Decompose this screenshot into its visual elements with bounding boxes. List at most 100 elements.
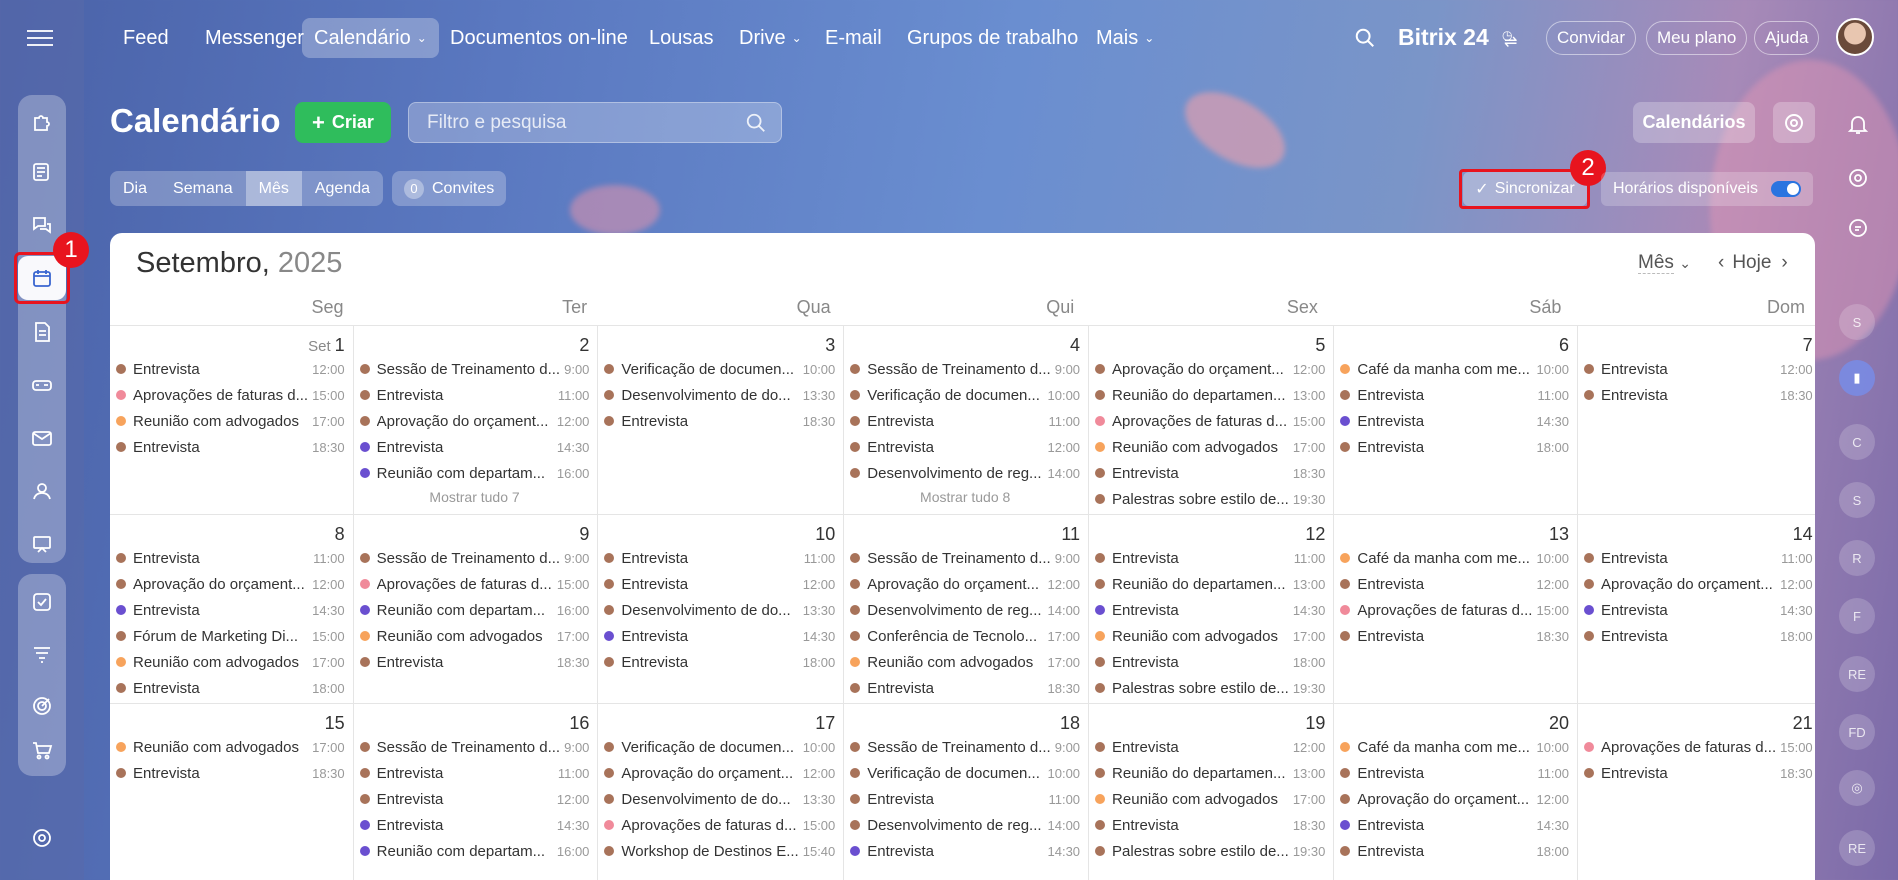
calendar-event[interactable]: Entrevista 12:00 xyxy=(850,434,1080,460)
calendar-event[interactable]: Sessão de Treinamento d... 9:00 xyxy=(359,356,589,382)
calendar-event[interactable]: Entrevista 12:00 xyxy=(1095,734,1325,760)
tab-day[interactable]: Dia xyxy=(110,171,160,206)
calendar-event[interactable]: Entrevista 18:30 xyxy=(1340,623,1569,649)
calendar-event[interactable]: Entrevista 12:00 xyxy=(604,571,835,597)
calendar-event[interactable]: Reunião com advogados 17:00 xyxy=(116,734,345,760)
day-cell[interactable]: 19 Entrevista 12:00 Reunião do departamen..… xyxy=(1089,704,1335,880)
calendar-event[interactable]: Entrevista 11:00 xyxy=(850,408,1080,434)
calendar-event[interactable]: Aprovação do orçament... 12:00 xyxy=(1095,356,1325,382)
calendar-event[interactable]: Reunião com advogados 17:00 xyxy=(1095,786,1325,812)
calendar-event[interactable]: Aprovação do orçament... 12:00 xyxy=(1584,571,1813,597)
copilot-icon[interactable]: ◎ xyxy=(1839,770,1875,806)
calendar-event[interactable]: Desenvolvimento de do... 13:30 xyxy=(604,786,835,812)
calendar-event[interactable]: Aprovações de faturas d... 15:00 xyxy=(359,571,589,597)
contact-chip[interactable]: S xyxy=(1839,482,1875,518)
nav-drive[interactable]: Drive ⌄ xyxy=(727,18,814,58)
sidebar-item-settings[interactable] xyxy=(18,816,66,860)
calendar-event[interactable]: Verificação de documen... 10:00 xyxy=(850,382,1080,408)
day-cell[interactable]: 10 Entrevista 11:00 Entrevista 12:00 Desenvol… xyxy=(598,515,845,704)
calendar-event[interactable]: Aprovação do orçament... 12:00 xyxy=(1340,786,1569,812)
calendar-event[interactable]: Reunião do departamen... 13:00 xyxy=(1095,760,1325,786)
calendar-event[interactable]: Reunião do departamen... 13:00 xyxy=(1095,571,1325,597)
calendar-event[interactable]: Palestras sobre estilo de... 19:30 xyxy=(1095,675,1325,701)
availability-toggle[interactable]: Horários disponíveis xyxy=(1601,172,1813,206)
calendars-button[interactable]: Calendários xyxy=(1633,102,1755,143)
mode-select[interactable]: Mês ⌄ xyxy=(1638,252,1691,274)
day-cell[interactable]: 9 Sessão de Treinamento d... 9:00 Aprovaçõe… xyxy=(353,515,599,704)
invites-button[interactable]: 0 Convites xyxy=(392,171,506,206)
calendar-event[interactable]: Reunião com departam... 16:00 xyxy=(359,597,589,623)
nav-more[interactable]: Mais ⌄ xyxy=(1084,18,1166,58)
day-cell[interactable]: 12 Entrevista 11:00 Reunião do departamen..… xyxy=(1089,515,1335,704)
chevron-left-icon[interactable]: ‹ xyxy=(1718,252,1724,273)
calendar-event[interactable]: Entrevista 11:00 xyxy=(359,382,589,408)
day-cell[interactable]: 11 Sessão de Treinamento d... 9:00 Aprovaçã… xyxy=(844,515,1090,704)
nav-messenger[interactable]: Messenger xyxy=(193,18,316,58)
sidebar-item-groups[interactable] xyxy=(18,469,66,513)
sidebar-item-drive[interactable] xyxy=(18,363,66,407)
bookmark-icon[interactable]: ▮ xyxy=(1839,360,1875,396)
search-icon[interactable] xyxy=(1354,27,1376,49)
calendar-event[interactable]: Reunião com advogados 17:00 xyxy=(850,649,1080,675)
calendar-event[interactable]: Entrevista 18:00 xyxy=(1340,838,1569,864)
day-cell[interactable]: 8 Entrevista 11:00 Aprovação do orçament...… xyxy=(110,515,354,704)
day-cell[interactable]: 5 Aprovação do orçament... 12:00 Reunião do… xyxy=(1089,326,1335,515)
calendar-event[interactable]: Entrevista 11:00 xyxy=(359,760,589,786)
nav-feed[interactable]: Feed xyxy=(111,18,181,58)
day-cell[interactable]: 13 Café da manha com me... 10:00 Entrevista… xyxy=(1334,515,1579,704)
calendar-event[interactable]: Sessão de Treinamento d... 9:00 xyxy=(850,545,1080,571)
contact-chip[interactable]: S xyxy=(1839,304,1875,340)
calendar-event[interactable]: Entrevista 18:30 xyxy=(116,434,345,460)
settings-button[interactable] xyxy=(1773,102,1815,143)
show-all-link[interactable]: Mostrar tudo 8 xyxy=(850,489,1080,505)
calendar-event[interactable]: Entrevista 18:30 xyxy=(1584,382,1813,408)
day-cell[interactable]: 4 Sessão de Treinamento d... 9:00 Verificaç… xyxy=(844,326,1090,515)
calendar-event[interactable]: Entrevista 12:00 xyxy=(1584,356,1813,382)
day-cell[interactable]: 3 Verificação de documen... 10:00 Desenvolv… xyxy=(598,326,845,515)
calendar-event[interactable]: Entrevista 18:30 xyxy=(116,760,345,786)
calendar-event[interactable]: Desenvolvimento de reg... 14:00 xyxy=(850,812,1080,838)
contact-chip[interactable]: R xyxy=(1839,540,1875,576)
calendar-event[interactable]: Entrevista 14:30 xyxy=(1340,408,1569,434)
calendar-event[interactable]: Entrevista 11:00 xyxy=(1340,760,1569,786)
contact-chip[interactable]: RE xyxy=(1839,656,1875,692)
calendar-event[interactable]: Aprovações de faturas d... 15:00 xyxy=(1584,734,1813,760)
calendar-event[interactable]: Entrevista 12:00 xyxy=(359,786,589,812)
calendar-event[interactable]: Aprovação do orçament... 12:00 xyxy=(850,571,1080,597)
sidebar-item-feed[interactable] xyxy=(18,150,66,194)
calendar-event[interactable]: Entrevista 11:00 xyxy=(1340,382,1569,408)
nav-email[interactable]: E-mail xyxy=(813,18,894,58)
calendar-event[interactable]: Reunião do departamen... 13:00 xyxy=(1095,382,1325,408)
calendar-event[interactable]: Entrevista 14:30 xyxy=(604,623,835,649)
sidebar-item-crm[interactable] xyxy=(18,632,66,676)
calendar-event[interactable]: Entrevista 14:30 xyxy=(1340,812,1569,838)
day-cell[interactable]: 21 Aprovações de faturas d... 15:00 Entrevi… xyxy=(1578,704,1815,880)
calendar-event[interactable]: Aprovações de faturas d... 15:00 xyxy=(604,812,835,838)
nav-calendar[interactable]: Calendário ⌄ xyxy=(302,18,439,58)
day-cell[interactable]: 16 Sessão de Treinamento d... 9:00 Entrevis… xyxy=(354,704,599,880)
day-cell[interactable]: 18 Sessão de Treinamento d... 9:00 Verifica… xyxy=(844,704,1090,880)
calendar-event[interactable]: Reunião com advogados 17:00 xyxy=(1095,434,1325,460)
contact-chip[interactable]: F xyxy=(1839,598,1875,634)
calendar-event[interactable]: Entrevista 12:00 xyxy=(116,356,345,382)
calendar-event[interactable]: Entrevista 14:30 xyxy=(359,434,589,460)
calendar-event[interactable]: Reunião com departam... 16:00 xyxy=(359,460,589,486)
sidebar-item-sites[interactable] xyxy=(18,99,66,143)
calendar-event[interactable]: Palestras sobre estilo de... 19:30 xyxy=(1095,838,1325,864)
day-cell[interactable]: 20 Café da manha com me... 10:00 Entrevista… xyxy=(1334,704,1579,880)
bell-icon[interactable] xyxy=(1840,106,1876,142)
calendar-event[interactable]: Café da manha com me... 10:00 xyxy=(1340,734,1569,760)
calendar-event[interactable]: Entrevista 11:00 xyxy=(604,545,835,571)
nav-boards[interactable]: Lousas xyxy=(637,18,726,58)
calendar-event[interactable]: Café da manha com me... 10:00 xyxy=(1340,356,1569,382)
calendar-event[interactable]: Entrevista 14:30 xyxy=(359,812,589,838)
calendar-event[interactable]: Desenvolvimento de reg... 14:00 xyxy=(850,597,1080,623)
calendar-event[interactable]: Entrevista 14:30 xyxy=(116,597,345,623)
target-icon[interactable] xyxy=(1840,160,1876,196)
tab-month[interactable]: Mês xyxy=(245,171,302,206)
calendar-event[interactable]: Desenvolvimento de do... 13:30 xyxy=(604,382,835,408)
calendar-event[interactable]: Sessão de Treinamento d... 9:00 xyxy=(850,356,1080,382)
sliders-icon[interactable]: ⇌ xyxy=(1504,32,1517,52)
day-cell[interactable]: 7 Entrevista 12:00 Entrevista 18:30 xyxy=(1578,326,1815,515)
calendar-event[interactable]: Entrevista 18:00 xyxy=(116,675,345,701)
